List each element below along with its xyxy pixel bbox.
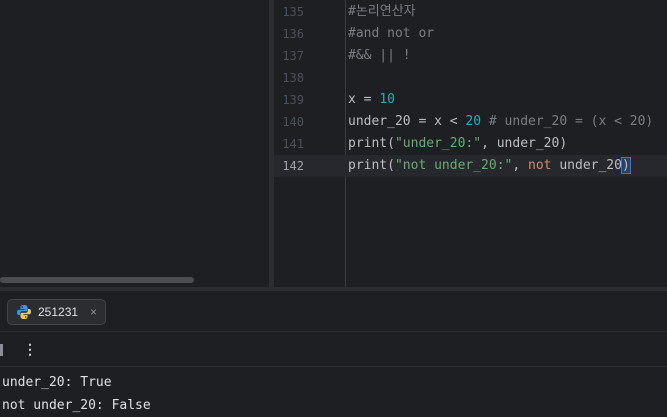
- code-token: ): [620, 157, 631, 174]
- line-number: 142: [282, 159, 304, 173]
- console-output-line: under_20: True: [2, 375, 112, 390]
- stop-icon[interactable]: [0, 344, 3, 356]
- code-token: 20: [465, 114, 482, 129]
- code-token: under_20: [551, 158, 622, 173]
- code-line[interactable]: 138: [274, 67, 667, 89]
- close-icon[interactable]: ×: [90, 305, 97, 319]
- python-icon: [16, 304, 32, 320]
- run-tab-label: 251231: [38, 305, 79, 319]
- code-text: x = 10: [348, 89, 395, 111]
- code-token: #&& || !: [348, 48, 411, 63]
- code-text: print("under_20:", under_20): [348, 133, 567, 155]
- code-line[interactable]: 141 print("under_20:", under_20): [274, 133, 667, 155]
- project-panel: [0, 0, 269, 287]
- code-line[interactable]: 137 #&& || !: [274, 45, 667, 67]
- line-number: 136: [282, 27, 304, 41]
- code-text: #and not or: [348, 23, 434, 45]
- code-token: "not under_20:": [394, 158, 513, 173]
- line-number: 135: [282, 5, 304, 19]
- code-token: #논리연산자: [348, 4, 416, 19]
- code-editor[interactable]: 135 #논리연산자 136 #and not or 137 #&& || ! 138 139…: [274, 0, 667, 287]
- line-number: 140: [282, 115, 304, 129]
- code-text: under_20 = x < 20 # under_20 = (x < 20): [348, 111, 653, 133]
- line-number: 141: [282, 137, 304, 151]
- code-token: , under_20): [481, 136, 568, 151]
- code-token: 10: [379, 92, 395, 107]
- code-text: print("not under_20:", not under_20): [348, 155, 631, 177]
- code-line[interactable]: 140 under_20 = x < 20 # under_20 = (x < 2…: [274, 111, 667, 133]
- code-token: "under_20:": [394, 136, 482, 151]
- code-token: under_20 = x <: [348, 114, 466, 129]
- code-token: print(: [348, 136, 395, 151]
- run-tab-bar: 251231 ×: [0, 291, 667, 332]
- code-line[interactable]: 142 print("not under_20:", not under_20): [274, 155, 667, 177]
- code-token: # under_20 = (x < 20): [481, 114, 654, 129]
- code-token: #and not or: [348, 26, 435, 41]
- code-line[interactable]: 139 x = 10: [274, 89, 667, 111]
- more-options-icon[interactable]: ⋮: [22, 338, 38, 360]
- line-number: 137: [282, 49, 304, 63]
- run-toolbar: ⋮: [0, 332, 667, 367]
- line-number: 139: [282, 93, 304, 107]
- line-number: 138: [282, 71, 304, 85]
- code-text: #논리연산자: [348, 1, 416, 23]
- run-tab[interactable]: 251231 ×: [7, 299, 107, 325]
- code-token: not: [528, 158, 552, 173]
- code-token: ,: [512, 158, 529, 173]
- console-output-line: not under_20: False: [2, 398, 151, 413]
- code-token: x =: [348, 92, 380, 107]
- code-line[interactable]: 135 #논리연산자: [274, 1, 667, 23]
- code-token: print(: [348, 158, 395, 173]
- horizontal-scrollbar[interactable]: [0, 277, 194, 283]
- run-tool-window: 251231 × ⋮ under_20: True not under_20: …: [0, 291, 667, 417]
- code-text: #&& || !: [348, 45, 411, 67]
- code-line[interactable]: 136 #and not or: [274, 23, 667, 45]
